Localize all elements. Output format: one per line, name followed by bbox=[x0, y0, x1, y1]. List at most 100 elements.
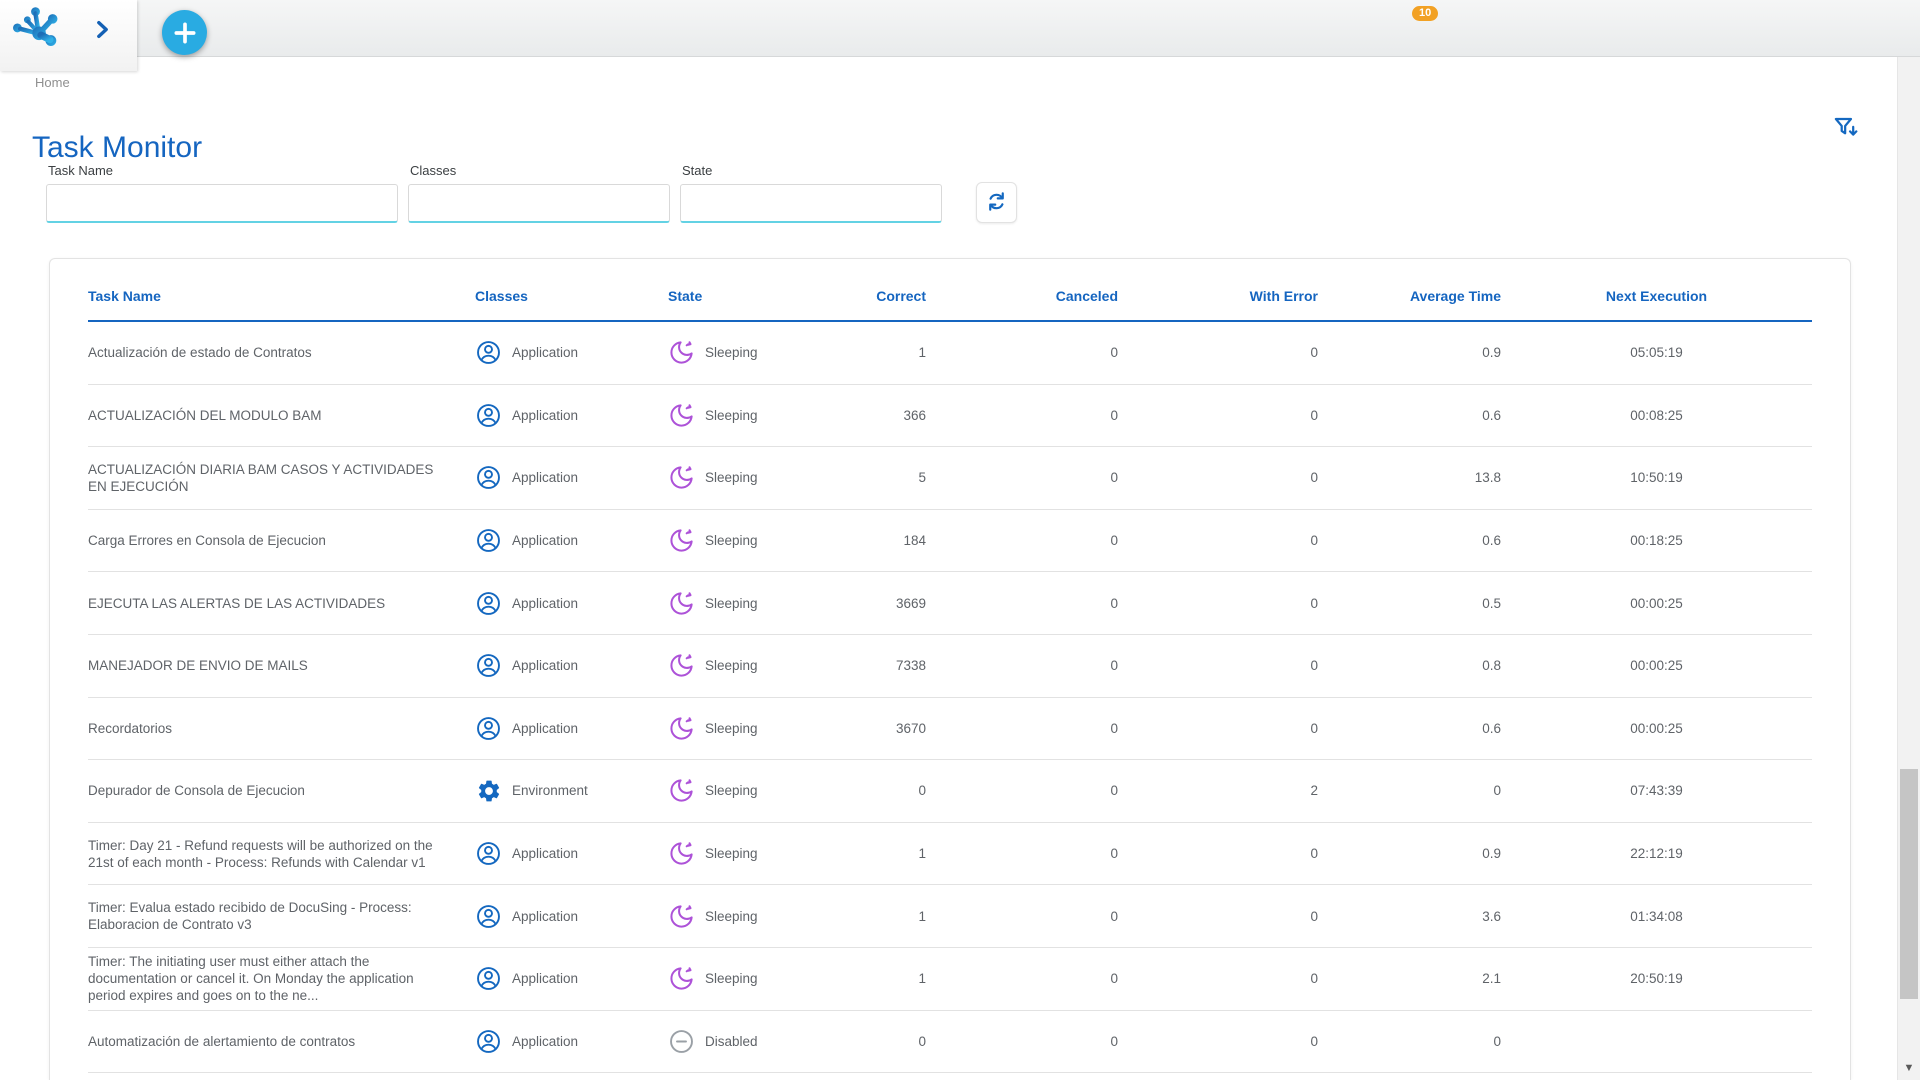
class-cell: Application bbox=[463, 652, 656, 679]
state-label: Sleeping bbox=[705, 720, 758, 737]
sleeping-icon bbox=[668, 840, 695, 867]
state-label: Sleeping bbox=[705, 532, 758, 549]
state-cell: Sleeping bbox=[656, 965, 831, 992]
avg-time-cell: 0.6 bbox=[1318, 532, 1501, 549]
with-error-cell: 0 bbox=[1118, 720, 1318, 737]
avg-time-cell: 0.9 bbox=[1318, 344, 1501, 361]
state-label: Sleeping bbox=[705, 407, 758, 424]
with-error-cell: 0 bbox=[1118, 845, 1318, 862]
class-cell: Application bbox=[463, 715, 656, 742]
state-cell: Sleeping bbox=[656, 652, 831, 679]
task-name-filter-input[interactable] bbox=[46, 184, 398, 223]
canceled-cell: 0 bbox=[926, 344, 1118, 361]
breadcrumb[interactable]: Home bbox=[35, 75, 70, 90]
col-classes[interactable]: Classes bbox=[463, 288, 656, 304]
state-label: Sleeping bbox=[705, 344, 758, 361]
col-canceled[interactable]: Canceled bbox=[926, 288, 1118, 304]
class-label: Application bbox=[512, 407, 578, 424]
next-exec-cell: 00:00:25 bbox=[1501, 657, 1812, 674]
vertical-scrollbar[interactable]: ▼ bbox=[1897, 57, 1920, 1080]
canceled-cell: 0 bbox=[926, 595, 1118, 612]
table-row[interactable]: Actualización de estado de Contratos App… bbox=[88, 322, 1812, 385]
scrollbar-thumb[interactable] bbox=[1900, 769, 1918, 999]
sleeping-icon bbox=[668, 903, 695, 930]
avg-time-cell: 0 bbox=[1318, 1033, 1501, 1050]
classes-filter-label: Classes bbox=[410, 163, 670, 178]
filter-bar: Task Name Classes State bbox=[46, 163, 1017, 223]
canceled-cell: 0 bbox=[926, 407, 1118, 424]
task-name-cell: MANEJADOR DE ENVIO DE MAILS bbox=[88, 657, 463, 674]
next-exec-cell: 00:00:25 bbox=[1501, 595, 1812, 612]
classes-filter-input[interactable] bbox=[408, 184, 670, 223]
page-title: Task Monitor bbox=[32, 131, 202, 165]
next-exec-cell: 10:50:19 bbox=[1501, 469, 1812, 486]
state-label: Sleeping bbox=[705, 782, 758, 799]
refresh-button[interactable] bbox=[976, 182, 1017, 223]
col-correct[interactable]: Correct bbox=[831, 288, 926, 304]
col-state[interactable]: State bbox=[656, 288, 831, 304]
app-logo-icon[interactable] bbox=[12, 6, 59, 53]
correct-cell: 3670 bbox=[831, 720, 926, 737]
table-row[interactable]: ACTUALIZACIÓN DIARIA BAM CASOS Y ACTIVID… bbox=[88, 447, 1812, 510]
with-error-cell: 0 bbox=[1118, 1033, 1318, 1050]
col-next-execution[interactable]: Next Execution bbox=[1501, 288, 1812, 304]
tasks-badge: 10 bbox=[1412, 6, 1438, 21]
class-label: Environment bbox=[512, 782, 588, 799]
table-row[interactable]: Depurador de Consola de Ejecucion Enviro… bbox=[88, 760, 1812, 823]
canceled-cell: 0 bbox=[926, 720, 1118, 737]
table-row[interactable]: Recordatorios Application Sleeping 3670 … bbox=[88, 698, 1812, 761]
class-cell: Application bbox=[463, 840, 656, 867]
class-cell: Application bbox=[463, 965, 656, 992]
table-row[interactable]: ACTUALIZACIÓN DEL MODULO BAM Application… bbox=[88, 385, 1812, 448]
sleeping-icon bbox=[668, 715, 695, 742]
table-row[interactable]: Timer: Evalua estado recibido de DocuSin… bbox=[88, 885, 1812, 948]
task-name-cell: Recordatorios bbox=[88, 720, 463, 737]
expand-chevron-icon[interactable] bbox=[96, 20, 109, 44]
canceled-cell: 0 bbox=[926, 532, 1118, 549]
with-error-cell: 0 bbox=[1118, 908, 1318, 925]
col-task-name[interactable]: Task Name bbox=[88, 288, 463, 304]
correct-cell: 1 bbox=[831, 970, 926, 987]
avg-time-cell: 13.8 bbox=[1318, 469, 1501, 486]
with-error-cell: 0 bbox=[1118, 595, 1318, 612]
state-cell: Sleeping bbox=[656, 715, 831, 742]
filter-button[interactable] bbox=[1832, 114, 1861, 146]
task-name-cell: Actualización de estado de Contratos bbox=[88, 344, 463, 361]
table-row[interactable]: Automatización de alertamiento de contra… bbox=[88, 1011, 1812, 1074]
application-icon bbox=[475, 339, 502, 366]
col-with-error[interactable]: With Error bbox=[1118, 288, 1318, 304]
state-label: Sleeping bbox=[705, 970, 758, 987]
task-name-cell: Timer: Evalua estado recibido de DocuSin… bbox=[88, 899, 463, 933]
application-icon bbox=[475, 652, 502, 679]
table-row[interactable]: MANEJADOR DE ENVIO DE MAILS Application … bbox=[88, 635, 1812, 698]
correct-cell: 3669 bbox=[831, 595, 926, 612]
scrollbar-down-arrow-icon[interactable]: ▼ bbox=[1898, 1063, 1920, 1074]
table-row[interactable]: Carga Errores en Consola de Ejecucion Ap… bbox=[88, 510, 1812, 573]
avg-time-cell: 0.5 bbox=[1318, 595, 1501, 612]
class-cell: Application bbox=[463, 590, 656, 617]
table-row[interactable]: Timer: Day 21 - Refund requests will be … bbox=[88, 823, 1812, 886]
canceled-cell: 0 bbox=[926, 908, 1118, 925]
state-cell: Sleeping bbox=[656, 840, 831, 867]
table-row[interactable]: EJECUTA LAS ALERTAS DE LAS ACTIVIDADES A… bbox=[88, 572, 1812, 635]
task-name-cell: Timer: The initiating user must either a… bbox=[88, 953, 463, 1004]
state-filter-input[interactable] bbox=[680, 184, 942, 223]
task-monitor-screen: Home 10 Tasks Calendars Cases Messages bbox=[0, 0, 1920, 1080]
application-icon bbox=[475, 590, 502, 617]
table-row[interactable]: Timer: The initiating user must either a… bbox=[88, 948, 1812, 1011]
avg-time-cell: 0 bbox=[1318, 782, 1501, 799]
correct-cell: 5 bbox=[831, 469, 926, 486]
add-button[interactable] bbox=[162, 10, 207, 55]
sleeping-icon bbox=[668, 527, 695, 554]
correct-cell: 366 bbox=[831, 407, 926, 424]
class-cell: Application bbox=[463, 903, 656, 930]
col-average-time[interactable]: Average Time bbox=[1318, 288, 1501, 304]
with-error-cell: 0 bbox=[1118, 970, 1318, 987]
with-error-cell: 0 bbox=[1118, 469, 1318, 486]
application-icon bbox=[475, 965, 502, 992]
state-label: Disabled bbox=[705, 1033, 758, 1050]
with-error-cell: 0 bbox=[1118, 407, 1318, 424]
next-exec-cell: 20:50:19 bbox=[1501, 970, 1812, 987]
state-cell: Sleeping bbox=[656, 402, 831, 429]
correct-cell: 1 bbox=[831, 845, 926, 862]
